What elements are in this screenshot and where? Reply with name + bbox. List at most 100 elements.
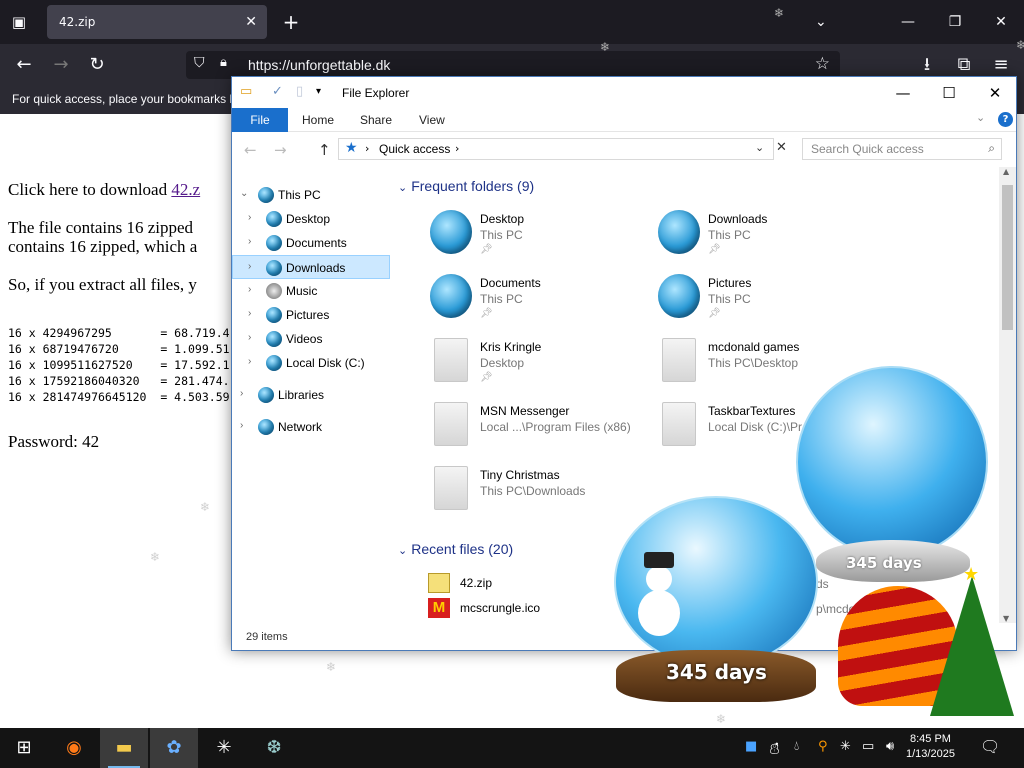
breadcrumb-chevron-icon[interactable]: › [365, 142, 369, 155]
explorer-close-button[interactable]: ✕ [972, 81, 1018, 105]
help-icon[interactable]: ? [998, 112, 1013, 127]
search-input[interactable]: Search Quick access ⌕ [802, 138, 1002, 160]
address-dropdown-icon[interactable]: ⌄ [755, 141, 764, 154]
collapse-chevron-icon[interactable]: ⌄ [398, 545, 407, 557]
desktop-app-taskbar-icon[interactable]: ❆ [250, 728, 298, 768]
firefox-taskbar-icon[interactable]: ◉ [50, 728, 98, 768]
tray-search-icon[interactable]: ⚲ [818, 739, 828, 754]
tab-overflow-icon[interactable]: ⌄ [815, 9, 827, 35]
tab-home[interactable]: Home [302, 113, 334, 127]
network-icon[interactable]: ▭ [862, 739, 874, 754]
expand-arrow-icon[interactable]: › [248, 356, 251, 367]
browser-close-button[interactable]: ✕ [986, 9, 1016, 35]
clock[interactable]: 8:45 PM 1/13/2025 [906, 732, 955, 762]
folder-tile[interactable]: Downloads This PC 📌︎ [658, 210, 878, 270]
expand-arrow-icon[interactable]: › [248, 236, 251, 247]
recent-files-header[interactable]: ⌄ Recent files (20) [398, 541, 513, 557]
app-taskbar-icon[interactable]: ✿ [150, 728, 198, 768]
snow-app-taskbar-icon[interactable]: ✳ [200, 728, 248, 768]
url-text[interactable]: https://unforgettable.dk [248, 57, 390, 73]
collapse-arrow-icon[interactable]: ⌄ [240, 188, 248, 199]
browser-restore-button[interactable]: ❐ [940, 9, 970, 35]
explorer-maximize-button[interactable]: ☐ [926, 81, 972, 105]
expand-arrow-icon[interactable]: › [248, 212, 251, 223]
download-line: Click here to download 42.z [8, 180, 201, 199]
scroll-up-icon[interactable]: ▲ [1003, 167, 1009, 176]
folder-name: Pictures [708, 276, 752, 290]
volume-icon[interactable]: 🔊︎ [886, 739, 894, 754]
new-folder-icon[interactable]: ▯ [296, 84, 303, 101]
breadcrumb[interactable]: Quick access [379, 142, 450, 156]
expand-arrow-icon[interactable]: › [248, 308, 251, 319]
nav-network[interactable]: › Network [232, 415, 390, 439]
menu-icon[interactable]: ≡ [988, 52, 1014, 78]
tab-list-icon[interactable]: ▣ [8, 11, 30, 33]
up-arrow-icon[interactable]: ↑ [318, 141, 331, 159]
lock-icon[interactable]: 🔒︎ [220, 55, 227, 70]
downloads-icon [266, 260, 282, 276]
back-arrow-icon[interactable]: ← [244, 141, 257, 159]
bookmark-star-icon[interactable]: ☆ [815, 54, 830, 74]
file-explorer-taskbar-icon[interactable]: ▬ [100, 728, 148, 768]
customize-quick-access-icon[interactable]: ▾ [316, 86, 321, 103]
browser-tab[interactable]: 42.zip ✕ [47, 5, 267, 39]
vertical-scrollbar[interactable]: ▲ ▼ [999, 167, 1016, 623]
new-tab-button[interactable]: + [280, 9, 302, 35]
expand-ribbon-icon[interactable]: ⌄ [976, 111, 985, 124]
tab-view[interactable]: View [419, 113, 445, 127]
expand-arrow-icon[interactable]: › [248, 284, 251, 295]
folder-tile[interactable]: Pictures This PC 📌︎ [658, 274, 878, 334]
folder-tile[interactable]: MSN Messenger Local ...\Program Files (x… [430, 402, 650, 462]
properties-icon[interactable]: ✓ [272, 84, 283, 101]
download-link[interactable]: 42.z [171, 180, 200, 199]
start-button[interactable]: ⊞ [0, 728, 48, 768]
search-icon[interactable]: ⌕ [988, 141, 995, 156]
tab-file[interactable]: File [232, 108, 288, 132]
notifications-icon[interactable]: 🗨︎ [980, 737, 1000, 756]
reload-button[interactable]: ↻ [84, 52, 110, 78]
folder-tile[interactable]: Tiny Christmas This PC\Downloads [430, 466, 650, 526]
scrollbar-thumb[interactable] [1002, 185, 1013, 330]
nav-music[interactable]: › Music [232, 279, 390, 303]
forward-arrow-icon[interactable]: → [274, 141, 287, 159]
globe-base-text: 345 days [846, 554, 922, 572]
nav-downloads[interactable]: › Downloads [232, 255, 390, 279]
tray-drop-icon[interactable]: 💧︎ [794, 739, 799, 754]
nav-desktop[interactable]: › Desktop [232, 207, 390, 231]
expand-arrow-icon[interactable]: › [240, 420, 243, 431]
collapse-chevron-icon[interactable]: ⌄ [398, 182, 407, 194]
expand-arrow-icon[interactable]: › [240, 388, 243, 399]
nav-this-pc[interactable]: ⌄ This PC [232, 183, 390, 207]
nav-documents[interactable]: › Documents [232, 231, 390, 255]
explorer-minimize-button[interactable]: — [880, 81, 926, 105]
shield-icon[interactable]: ⛉ [194, 55, 205, 71]
tray-flake-icon[interactable]: ✳ [840, 739, 851, 754]
folder-tile[interactable]: Kris Kringle Desktop 📌︎ [430, 338, 650, 398]
url-bar[interactable]: ⛉ 🔒︎ https://unforgettable.dk ☆ [186, 51, 840, 79]
expand-arrow-icon[interactable]: › [248, 332, 251, 343]
forward-button[interactable]: → [48, 52, 74, 78]
folder-tile[interactable]: Desktop This PC 📌︎ [430, 210, 650, 270]
explorer-title-bar[interactable]: ▭ ✓ ▯ ▾ File Explorer — ☐ ✕ [232, 77, 1016, 108]
clear-address-icon[interactable]: ✕ [776, 140, 787, 155]
folder-tile[interactable]: Documents This PC 📌︎ [430, 274, 650, 334]
browser-minimize-button[interactable]: — [893, 9, 923, 35]
nav-local-disk[interactable]: › Local Disk (C:) [232, 351, 390, 375]
address-row: ← → ↑ ★ › Quick access › ⌄ ✕ Search Quic… [232, 132, 1016, 166]
frequent-folders-header[interactable]: ⌄ Frequent folders (9) [398, 178, 534, 194]
expand-arrow-icon[interactable]: › [248, 261, 251, 272]
pin-icon: 📌︎ [480, 308, 493, 319]
tab-share[interactable]: Share [360, 113, 392, 127]
address-bar[interactable]: ★ › Quick access › ⌄ [338, 138, 774, 160]
extensions-icon[interactable]: ⧉ [951, 52, 977, 78]
tab-close-icon[interactable]: ✕ [245, 5, 257, 39]
nav-videos[interactable]: › Videos [232, 327, 390, 351]
breadcrumb-chevron-icon[interactable]: › [455, 142, 459, 155]
downloads-icon[interactable]: ⭳ [914, 52, 940, 78]
nav-pictures[interactable]: › Pictures [232, 303, 390, 327]
tray-snow-icon[interactable]: ⛄︎ [768, 739, 781, 758]
nav-label: Pictures [286, 308, 330, 322]
nav-libraries[interactable]: › Libraries [232, 383, 390, 407]
tray-app-icon[interactable]: ■ [745, 739, 757, 754]
back-button[interactable]: ← [11, 52, 37, 78]
